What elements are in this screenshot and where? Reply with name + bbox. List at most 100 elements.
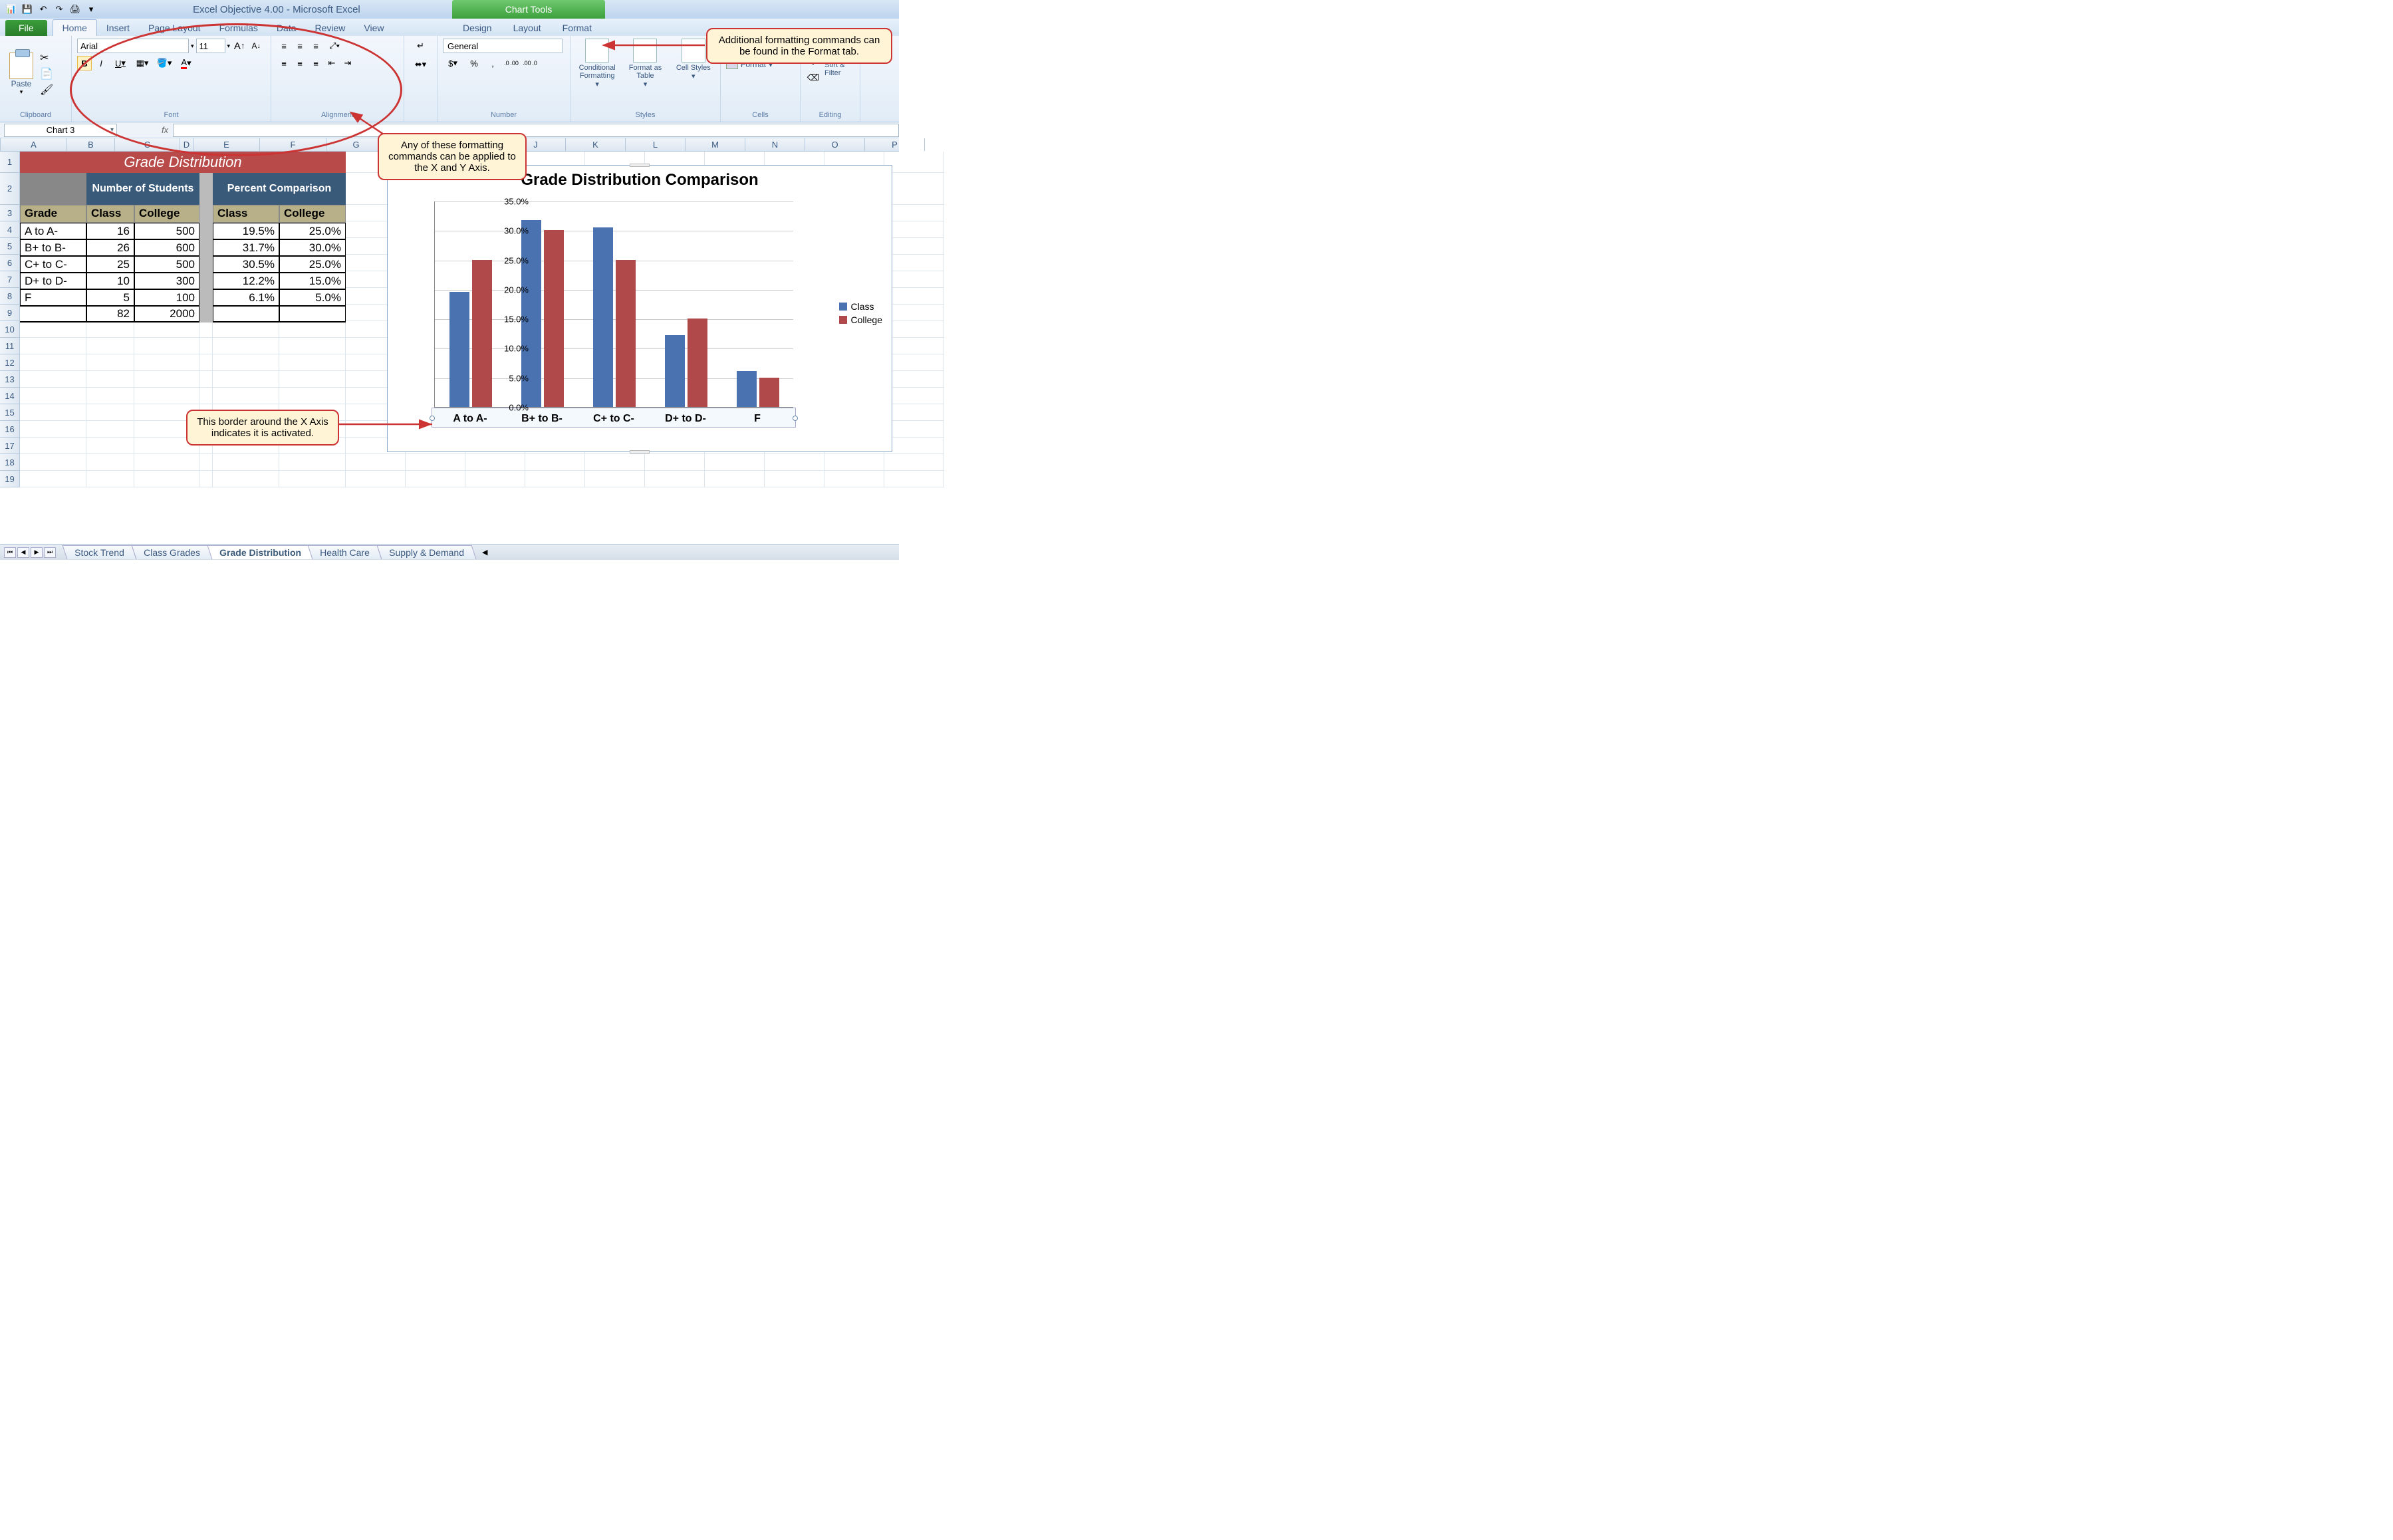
- tab-home[interactable]: Home: [53, 19, 97, 36]
- bar-college-1[interactable]: [544, 230, 564, 407]
- name-box[interactable]: Chart 3: [4, 124, 117, 137]
- bold-button[interactable]: B: [77, 56, 92, 70]
- grow-font-icon[interactable]: A↑: [232, 39, 247, 53]
- align-bottom-icon[interactable]: ≡: [309, 39, 323, 53]
- row-header-18[interactable]: 18: [0, 454, 20, 471]
- col-header-P[interactable]: P: [865, 138, 925, 151]
- tab-insert[interactable]: Insert: [97, 20, 139, 36]
- shrink-font-icon[interactable]: A↓: [249, 39, 263, 53]
- merge-center-icon[interactable]: ⬌▾: [411, 57, 431, 72]
- file-tab[interactable]: File: [5, 20, 47, 36]
- italic-button[interactable]: I: [94, 56, 108, 70]
- align-middle-icon[interactable]: ≡: [293, 39, 307, 53]
- x-tick-label[interactable]: B+ to B-: [506, 413, 578, 425]
- bar-class-2[interactable]: [593, 227, 613, 407]
- tab-formulas[interactable]: Formulas: [210, 20, 267, 36]
- chart-handle-top[interactable]: [630, 164, 650, 167]
- plot-area[interactable]: [434, 201, 793, 408]
- tab-review[interactable]: Review: [306, 20, 355, 36]
- tab-nav-first-icon[interactable]: ⏮: [4, 547, 16, 558]
- row-header-15[interactable]: 15: [0, 404, 20, 421]
- tab-data[interactable]: Data: [267, 20, 306, 36]
- col-header-M[interactable]: M: [686, 138, 745, 151]
- percent-icon[interactable]: %: [467, 56, 481, 70]
- embedded-chart[interactable]: Grade Distribution Comparison A to A-B+ …: [387, 165, 892, 452]
- tab-nav-next-icon[interactable]: ▶: [31, 547, 43, 558]
- tab-format[interactable]: Format: [552, 20, 602, 36]
- format-painter-icon[interactable]: 🖌: [40, 83, 55, 98]
- font-size-selector[interactable]: 11: [196, 39, 225, 53]
- orientation-icon[interactable]: ⤢▾: [324, 39, 344, 53]
- col-header-F[interactable]: F: [260, 138, 326, 151]
- col-header-D[interactable]: D: [180, 138, 193, 151]
- redo-icon[interactable]: ↷: [52, 2, 66, 17]
- col-header-B[interactable]: B: [67, 138, 115, 151]
- bar-college-3[interactable]: [688, 319, 707, 407]
- row-header-19[interactable]: 19: [0, 471, 20, 487]
- comma-icon[interactable]: ,: [485, 56, 500, 70]
- tab-layout[interactable]: Layout: [503, 20, 552, 36]
- chart-legend[interactable]: Class College: [839, 299, 882, 328]
- fx-icon[interactable]: fx: [157, 125, 173, 135]
- col-header-L[interactable]: L: [626, 138, 686, 151]
- increase-decimal-icon[interactable]: .0 .00: [504, 56, 519, 70]
- row-header-5[interactable]: 5: [0, 238, 20, 255]
- copy-icon[interactable]: 📄: [40, 67, 55, 82]
- decrease-indent-icon[interactable]: ⇤: [324, 56, 339, 70]
- row-header-1[interactable]: 1: [0, 152, 20, 173]
- wrap-text-icon[interactable]: ↵: [414, 39, 428, 53]
- font-color-icon[interactable]: A▾: [176, 56, 196, 70]
- align-top-icon[interactable]: ≡: [277, 39, 291, 53]
- col-header-K[interactable]: K: [566, 138, 626, 151]
- underline-button[interactable]: U▾: [110, 56, 130, 70]
- x-tick-label[interactable]: A to A-: [434, 413, 506, 425]
- row-header-17[interactable]: 17: [0, 438, 20, 454]
- sheet-tab-health-care[interactable]: Health Care: [308, 545, 382, 559]
- decrease-decimal-icon[interactable]: .00 .0: [523, 56, 537, 70]
- x-tick-label[interactable]: C+ to C-: [578, 413, 650, 425]
- sheet-tab-supply-&-demand[interactable]: Supply & Demand: [377, 545, 477, 559]
- qat-dropdown-icon[interactable]: ▾: [84, 2, 98, 17]
- tab-page-layout[interactable]: Page Layout: [139, 20, 210, 36]
- bar-class-3[interactable]: [665, 335, 685, 407]
- bar-class-0[interactable]: [449, 292, 469, 407]
- row-header-10[interactable]: 10: [0, 321, 20, 338]
- borders-icon[interactable]: ▦▾: [132, 56, 152, 70]
- excel-icon[interactable]: 📊: [4, 2, 19, 17]
- row-header-11[interactable]: 11: [0, 338, 20, 354]
- x-tick-label[interactable]: D+ to D-: [650, 413, 721, 425]
- tab-view[interactable]: View: [354, 20, 393, 36]
- paste-button[interactable]: Paste ▾: [5, 53, 37, 96]
- col-header-O[interactable]: O: [805, 138, 865, 151]
- row-header-2[interactable]: 2: [0, 173, 20, 205]
- tab-nav-prev-icon[interactable]: ◀: [17, 547, 29, 558]
- x-tick-label[interactable]: F: [721, 413, 793, 425]
- font-name-selector[interactable]: Arial: [77, 39, 189, 53]
- save-icon[interactable]: 💾: [20, 2, 35, 17]
- col-header-E[interactable]: E: [193, 138, 260, 151]
- currency-icon[interactable]: $▾: [443, 56, 463, 70]
- align-left-icon[interactable]: ≡: [277, 56, 291, 70]
- sheet-tab-grade-distribution[interactable]: Grade Distribution: [207, 545, 313, 559]
- print-icon[interactable]: 🖨: [68, 2, 82, 17]
- align-right-icon[interactable]: ≡: [309, 56, 323, 70]
- row-header-4[interactable]: 4: [0, 221, 20, 238]
- bar-class-4[interactable]: [737, 371, 757, 407]
- col-header-N[interactable]: N: [745, 138, 805, 151]
- col-header-A[interactable]: A: [1, 138, 67, 151]
- row-header-7[interactable]: 7: [0, 271, 20, 288]
- cut-icon[interactable]: ✂: [40, 51, 55, 66]
- tab-nav-last-icon[interactable]: ⏭: [44, 547, 56, 558]
- fill-color-icon[interactable]: 🪣▾: [154, 56, 174, 70]
- sheet-tab-class-grades[interactable]: Class Grades: [131, 545, 212, 559]
- row-header-6[interactable]: 6: [0, 255, 20, 271]
- bar-college-0[interactable]: [472, 260, 492, 407]
- bar-college-2[interactable]: [616, 260, 636, 407]
- chart-handle-bottom[interactable]: [630, 450, 650, 453]
- row-header-3[interactable]: 3: [0, 205, 20, 221]
- tab-design[interactable]: Design: [452, 20, 503, 36]
- row-header-12[interactable]: 12: [0, 354, 20, 371]
- increase-indent-icon[interactable]: ⇥: [340, 56, 355, 70]
- row-header-16[interactable]: 16: [0, 421, 20, 438]
- sheet-tab-stock-trend[interactable]: Stock Trend: [63, 545, 137, 559]
